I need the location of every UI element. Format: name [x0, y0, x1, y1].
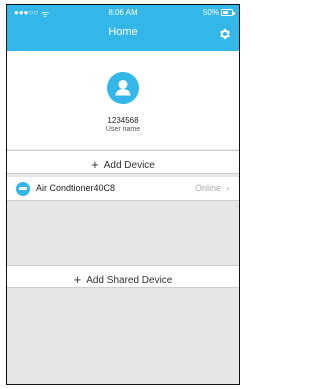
device-row-air-conditioner[interactable]: Air Condtioner40C8 Online › [7, 177, 239, 201]
device-status: Online › [194, 183, 229, 193]
status-bar: ●●●○○ ᯤ 8:06 AM 50% [7, 5, 239, 21]
top-bar: ●●●○○ ᯤ 8:06 AM 50% Home [7, 5, 239, 51]
page-title: Home [108, 26, 138, 38]
add-device-text: Add Device [103, 160, 155, 171]
phone-screen: ●●●○○ ᯤ 8:06 AM 50% Home 1234568 User na… [6, 4, 240, 385]
add-device-label: + Add Device [7, 156, 239, 172]
plus-icon: + [73, 272, 82, 287]
add-device-button[interactable]: + Add Device [7, 150, 239, 174]
add-shared-device-button[interactable]: + Add Shared Device [7, 265, 239, 288]
device-name: Air Condtioner40C8 [36, 183, 116, 193]
user-id: 1234568 [107, 116, 139, 125]
air-conditioner-icon [16, 182, 30, 196]
battery-icon [221, 9, 235, 16]
user-name: User name [105, 126, 141, 133]
add-shared-device-text: Add Shared Device [86, 275, 173, 286]
add-shared-device-label: + Add Shared Device [7, 271, 239, 287]
user-icon [115, 80, 131, 96]
plus-icon: + [91, 157, 99, 172]
chevron-right-icon: › [226, 183, 229, 193]
gear-icon[interactable] [218, 27, 232, 41]
battery-percent: 50% [202, 8, 219, 17]
profile-card[interactable]: 1234568 User name [7, 51, 239, 149]
avatar[interactable] [107, 72, 139, 104]
